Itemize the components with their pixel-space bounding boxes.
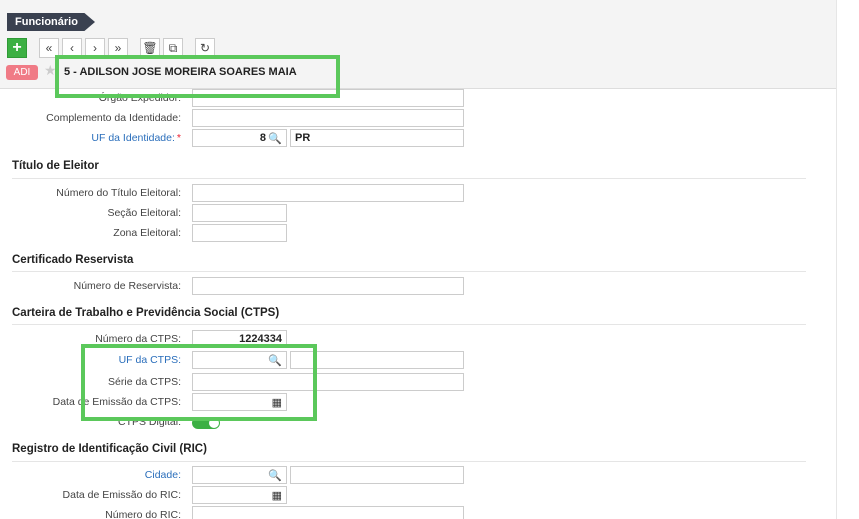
ctps-numero-label: Número da CTPS:	[95, 333, 181, 345]
ctps-uf-name-input[interactable]	[290, 351, 464, 369]
ctps-section-title: Carteira de Trabalho e Previdência Socia…	[12, 307, 280, 319]
reservista-input[interactable]	[192, 277, 464, 295]
search-icon[interactable]: 🔍	[268, 131, 282, 147]
ric-numero-input[interactable]	[192, 506, 464, 519]
ric-emissao-input[interactable]: ▦	[192, 486, 287, 504]
secao-row: Seção Eleitoral:	[0, 204, 836, 222]
ric-cidade-name-input[interactable]	[290, 466, 464, 484]
reservista-row: Número de Reservista:	[0, 277, 836, 295]
search-icon[interactable]: 🔍	[268, 468, 282, 484]
ctps-serie-label: Série da CTPS:	[108, 376, 181, 388]
ctps-emissao-input[interactable]: ▦	[192, 393, 287, 411]
ctps-emissao-row: Data de Emissão da CTPS: ▦	[0, 393, 836, 411]
ric-cidade-code-input[interactable]: 🔍	[192, 466, 287, 484]
page-title: Funcionário	[7, 13, 95, 31]
uf-identidade-row: UF da Identidade: * 8 🔍 PR	[0, 129, 836, 147]
complemento-label: Complemento da Identidade:	[46, 112, 181, 124]
ctps-uf-code-input[interactable]: 🔍	[192, 351, 287, 369]
favorite-star-icon[interactable]: ★	[44, 62, 57, 79]
zona-row: Zona Eleitoral:	[0, 224, 836, 242]
toolbar: + « ‹ › » 🗑 ⧉ ↻	[7, 38, 215, 58]
scrollbar[interactable]	[836, 0, 859, 519]
zona-input[interactable]	[192, 224, 287, 242]
ric-emissao-label: Data de Emissão do RIC:	[62, 489, 181, 501]
ctps-numero-input[interactable]: 1224334	[192, 330, 287, 348]
complemento-row: Complemento da Identidade:	[0, 109, 836, 127]
secao-label: Seção Eleitoral:	[107, 207, 181, 219]
orgao-label: Órgão Expedidor:	[98, 92, 181, 104]
ric-numero-label: Número do RIC:	[105, 509, 181, 519]
titulo-numero-input[interactable]	[192, 184, 464, 202]
ric-cidade-label[interactable]: Cidade:	[145, 469, 181, 481]
secao-input[interactable]	[192, 204, 287, 222]
calendar-icon[interactable]: ▦	[272, 488, 282, 504]
calendar-icon[interactable]: ▦	[272, 395, 282, 411]
ctps-emissao-label: Data de Emissão da CTPS:	[52, 396, 181, 408]
orgao-row: Órgão Expedidor:	[0, 89, 836, 107]
first-record-button[interactable]: «	[39, 38, 59, 58]
employee-badge: ADI	[6, 65, 38, 80]
next-record-button[interactable]: ›	[85, 38, 105, 58]
orgao-input[interactable]	[192, 89, 464, 107]
refresh-button[interactable]: ↻	[195, 38, 215, 58]
uf-identidade-label[interactable]: UF da Identidade: *	[91, 132, 181, 144]
ctps-uf-label[interactable]: UF da CTPS:	[119, 354, 181, 366]
ctps-uf-row: UF da CTPS: 🔍	[0, 351, 836, 369]
delete-button[interactable]: 🗑	[140, 38, 160, 58]
search-icon[interactable]: 🔍	[268, 353, 282, 369]
record-header: Funcionário + « ‹ › » 🗑 ⧉ ↻ ADI ★ 5 - AD…	[0, 0, 836, 89]
titulo-numero-label: Número do Título Eleitoral:	[56, 187, 181, 199]
ctps-numero-row: Número da CTPS: 1224334	[0, 330, 836, 348]
complemento-input[interactable]	[192, 109, 464, 127]
reservista-label: Número de Reservista:	[73, 280, 181, 292]
last-record-button[interactable]: »	[108, 38, 128, 58]
ctps-digital-row: CTPS Digital:	[0, 413, 836, 431]
titulo-numero-row: Número do Título Eleitoral:	[0, 184, 836, 202]
uf-identidade-name-input[interactable]: PR	[290, 129, 464, 147]
ric-section-title: Registro de Identificação Civil (RIC)	[12, 443, 207, 455]
ctps-digital-toggle[interactable]	[192, 417, 220, 429]
prev-record-button[interactable]: ‹	[62, 38, 82, 58]
ctps-serie-input[interactable]	[192, 373, 464, 391]
ctps-digital-label: CTPS Digital:	[117, 416, 181, 428]
ctps-serie-row: Série da CTPS:	[0, 373, 836, 391]
ric-numero-row: Número do RIC:	[0, 506, 836, 519]
zona-label: Zona Eleitoral:	[113, 227, 181, 239]
ric-emissao-row: Data de Emissão do RIC: ▦	[0, 486, 836, 504]
add-button[interactable]: +	[7, 38, 27, 58]
titulo-section-title: Título de Eleitor	[12, 160, 99, 172]
form-content: Órgão Expedidor: Complemento da Identida…	[0, 88, 836, 519]
ric-cidade-row: Cidade: 🔍	[0, 466, 836, 484]
uf-identidade-code-input[interactable]: 8 🔍	[192, 129, 287, 147]
employee-name: 5 - ADILSON JOSE MOREIRA SOARES MAIA	[64, 66, 297, 78]
copy-button[interactable]: ⧉	[163, 38, 183, 58]
reservista-section-title: Certificado Reservista	[12, 254, 134, 266]
